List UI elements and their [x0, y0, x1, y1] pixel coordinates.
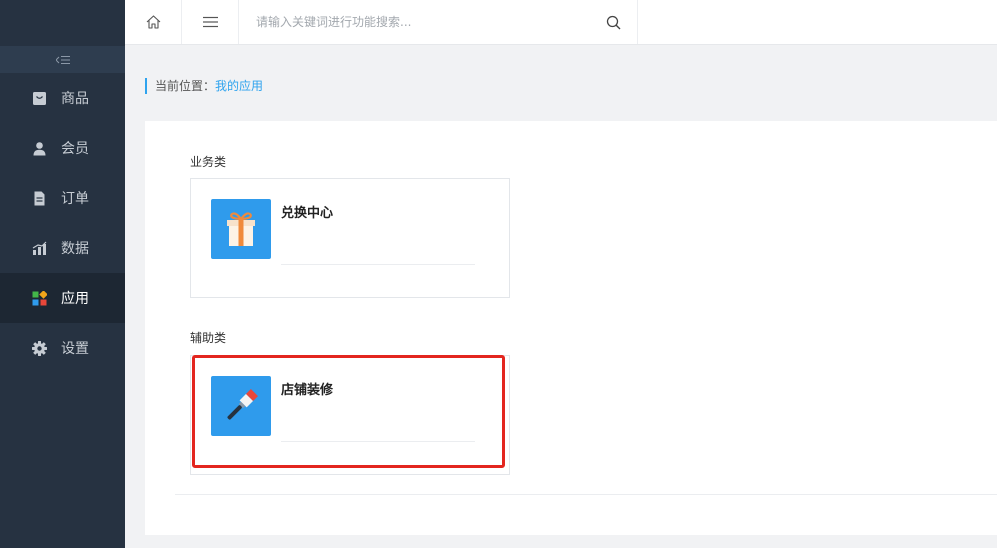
home-button[interactable]: [125, 0, 182, 44]
sidebar-item-member[interactable]: 会员: [0, 123, 125, 173]
section-title-auxiliary: 辅助类: [190, 331, 227, 345]
paint-brush-icon: [211, 376, 271, 436]
section-title-business: 业务类: [190, 155, 227, 169]
sidebar-item-label: 数据: [61, 241, 89, 257]
member-icon: [31, 140, 47, 156]
breadcrumb-current-link[interactable]: 我的应用: [215, 78, 263, 94]
sidebar-collapse-button[interactable]: [0, 46, 125, 73]
sidebar-item-label: 应用: [61, 291, 89, 307]
search-input[interactable]: [239, 0, 637, 44]
app-name: 店铺装修: [281, 383, 334, 398]
app-card-exchange-center[interactable]: 兑换中心: [190, 178, 510, 298]
hamburger-menu-icon: [202, 16, 218, 28]
sidebar-item-label: 订单: [61, 191, 89, 207]
top-bar: [125, 0, 997, 45]
sidebar-item-goods[interactable]: 商品: [0, 73, 125, 123]
sidebar-logo-area: [0, 0, 125, 46]
sidebar-item-label: 会员: [61, 141, 89, 157]
order-icon: [31, 190, 47, 206]
sidebar-item-label: 商品: [61, 91, 89, 107]
gear-icon: [31, 340, 47, 356]
sidebar-item-apps[interactable]: 应用: [0, 273, 125, 323]
home-icon: [146, 15, 160, 29]
app-card-shop-decoration[interactable]: 店铺装修: [190, 355, 510, 475]
search-icon[interactable]: [605, 14, 621, 30]
content-panel: 业务类 兑换中心 辅助类 店铺装修: [145, 121, 997, 535]
sidebar-item-data[interactable]: 数据: [0, 223, 125, 273]
panel-divider: [175, 494, 997, 495]
sidebar: 商品 会员 订单 数据 应用 设置: [0, 0, 125, 548]
app-divider: [281, 264, 475, 265]
sidebar-item-settings[interactable]: 设置: [0, 323, 125, 373]
app-divider: [281, 441, 475, 442]
menu-toggle-button[interactable]: [182, 0, 239, 44]
gift-icon: [211, 199, 271, 259]
app-root: 商品 会员 订单 数据 应用 设置 请输入关键词进行功能搜索... 当前位置： …: [0, 0, 997, 548]
sidebar-item-order[interactable]: 订单: [0, 173, 125, 223]
apps-icon: [31, 290, 47, 306]
app-name: 兑换中心: [281, 206, 334, 221]
breadcrumb-prefix: 当前位置：: [155, 79, 216, 93]
search-box: [239, 0, 638, 44]
sidebar-item-label: 设置: [61, 341, 89, 357]
goods-icon: [31, 90, 47, 106]
breadcrumb: 当前位置： 我的应用: [145, 78, 263, 94]
data-chart-icon: [31, 240, 47, 256]
collapse-menu-icon: [55, 55, 70, 64]
